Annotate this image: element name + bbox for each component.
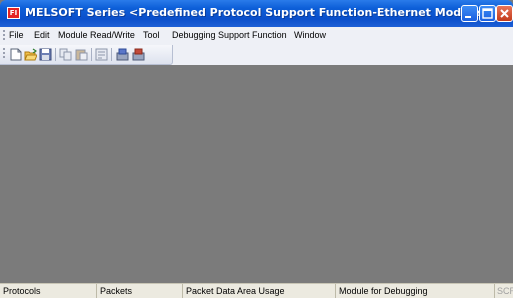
menu-module-read-write[interactable]: Module Read/Write [58, 30, 135, 40]
menu-file[interactable]: File [9, 30, 24, 40]
toolbar-separator [55, 48, 56, 61]
close-button[interactable] [496, 5, 513, 22]
new-file-icon[interactable] [9, 48, 22, 61]
close-icon [500, 9, 509, 18]
open-folder-icon[interactable] [24, 48, 37, 61]
cut-icon[interactable] [95, 48, 108, 61]
paste-icon[interactable] [75, 48, 88, 61]
toolbar-row [0, 45, 513, 65]
menu-debugging-support-function[interactable]: Debugging Support Function [172, 30, 287, 40]
app-window: FI MELSOFT Series <Predefined Protocol S… [0, 0, 513, 298]
copy-icon[interactable] [59, 48, 72, 61]
status-cell-module-for-debugging: Module for Debugging [336, 284, 495, 298]
status-protocols: Protocols [3, 286, 41, 296]
status-packets: Packets [100, 286, 133, 296]
minimize-button[interactable] [461, 5, 478, 22]
menu-edit[interactable]: Edit [34, 30, 50, 40]
toolbar-separator [111, 48, 112, 61]
toolbar-grip-handle[interactable] [3, 48, 5, 60]
menu-bar: File Edit Module Read/Write Tool Debuggi… [0, 27, 513, 45]
menubar-grip-handle[interactable] [3, 30, 5, 42]
melsoft-app-icon[interactable]: FI [7, 7, 20, 19]
title-bar[interactable]: FI MELSOFT Series <Predefined Protocol S… [0, 0, 513, 27]
status-module-for-debugging: Module for Debugging [339, 286, 428, 296]
minimize-icon [465, 16, 471, 18]
toolbar-separator [91, 48, 92, 61]
maximize-icon [482, 8, 493, 19]
save-icon[interactable] [39, 48, 52, 61]
status-bar: Protocols Packets Packet Data Area Usage… [0, 283, 513, 298]
status-cell-scroll: SCR [495, 284, 513, 298]
standard-toolbar [0, 45, 173, 65]
menu-window[interactable]: Window [294, 30, 326, 40]
mdi-workspace[interactable] [0, 65, 513, 283]
status-cell-packet-data-area-usage: Packet Data Area Usage [183, 284, 336, 298]
window-title: MELSOFT Series <Predefined Protocol Supp… [25, 6, 490, 19]
menu-tool[interactable]: Tool [143, 30, 160, 40]
status-scroll-lock: SCR [497, 286, 513, 296]
write-to-module-icon[interactable] [132, 48, 145, 61]
status-cell-packets: Packets [97, 284, 183, 298]
status-packet-data-area-usage: Packet Data Area Usage [186, 286, 285, 296]
read-from-module-icon[interactable] [116, 48, 129, 61]
status-cell-protocols: Protocols [0, 284, 97, 298]
maximize-button[interactable] [479, 5, 496, 22]
